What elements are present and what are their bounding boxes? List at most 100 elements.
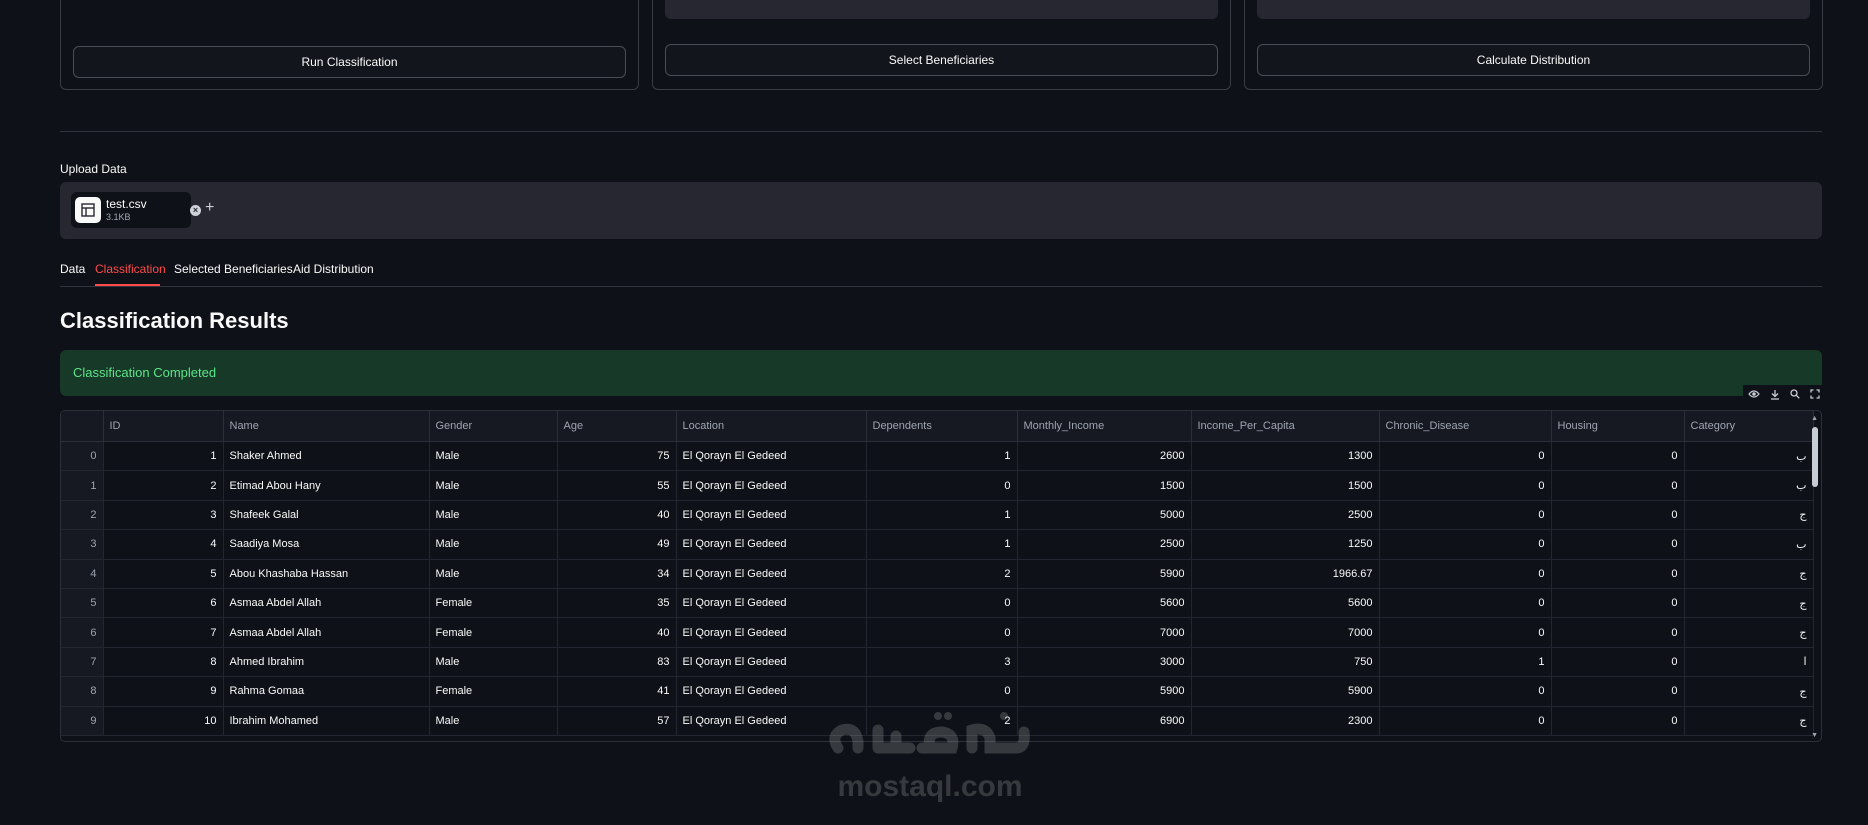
table-cell[interactable]: 0 (1551, 559, 1685, 589)
calculate-distribution-button[interactable]: Calculate Distribution (1257, 44, 1810, 76)
column-header-category[interactable]: Category (1684, 411, 1814, 442)
table-cell[interactable]: ج (1684, 559, 1814, 589)
row-index[interactable]: 3 (61, 529, 104, 560)
table-row[interactable]: 7 8 Ahmed Ibrahim Male 83 El Qorayn El Gedeed… (61, 647, 1814, 678)
table-cell[interactable]: ج (1684, 588, 1814, 619)
table-row[interactable]: 0 1 Shaker Ahmed Male 75 El Qorayn El Gedeed 1… (61, 441, 1814, 472)
classification-table[interactable]: ID Name Gender Age Location Dependents Monthly… (60, 410, 1822, 742)
table-cell[interactable]: 0 (1551, 588, 1685, 619)
table-cell[interactable]: 5 (103, 559, 224, 589)
table-cell[interactable]: 0 (1551, 617, 1685, 648)
table-cell[interactable]: Female (429, 588, 558, 619)
table-cell[interactable]: 9 (103, 676, 224, 707)
eye-icon[interactable] (1748, 389, 1760, 399)
table-cell[interactable]: El Qorayn El Gedeed (676, 647, 867, 678)
beneficiaries-input[interactable] (665, 0, 1218, 19)
table-cell[interactable]: 0 (1379, 559, 1552, 589)
table-cell[interactable]: 5900 (1191, 676, 1380, 707)
table-cell[interactable]: Male (429, 529, 558, 560)
table-cell[interactable]: Female (429, 617, 558, 648)
row-index[interactable]: 9 (61, 706, 104, 736)
vertical-scrollbar[interactable]: ▲ ▼ (1809, 411, 1821, 741)
table-cell[interactable]: Female (429, 676, 558, 707)
table-cell[interactable]: 8 (103, 647, 224, 678)
row-index[interactable]: 1 (61, 470, 104, 501)
table-cell[interactable]: 5600 (1191, 588, 1380, 619)
table-cell[interactable]: 3000 (1017, 647, 1192, 678)
table-cell[interactable]: 0 (1379, 500, 1552, 531)
column-header-dependents[interactable]: Dependents (866, 411, 1018, 442)
table-cell[interactable]: Male (429, 500, 558, 531)
table-cell[interactable]: 49 (557, 529, 677, 560)
table-cell[interactable]: 40 (557, 617, 677, 648)
table-cell[interactable]: 0 (1379, 588, 1552, 619)
table-cell[interactable]: 0 (1551, 706, 1685, 736)
table-cell[interactable]: 0 (1379, 529, 1552, 560)
table-cell[interactable]: El Qorayn El Gedeed (676, 529, 867, 560)
table-row[interactable]: 4 5 Abou Khashaba Hassan Male 34 El Qorayn El… (61, 559, 1814, 589)
table-row[interactable]: 3 4 Saadiya Mosa Male 49 El Qorayn El Gedeed 1… (61, 529, 1814, 560)
download-icon[interactable] (1770, 389, 1780, 400)
table-cell[interactable]: 41 (557, 676, 677, 707)
table-cell[interactable]: El Qorayn El Gedeed (676, 500, 867, 531)
table-cell[interactable]: 1 (1379, 647, 1552, 678)
table-cell[interactable]: 57 (557, 706, 677, 736)
table-cell[interactable]: 0 (1379, 470, 1552, 501)
scroll-thumb[interactable] (1812, 427, 1818, 487)
select-beneficiaries-button[interactable]: Select Beneficiaries (665, 44, 1218, 76)
row-index[interactable]: 5 (61, 588, 104, 619)
table-cell[interactable]: Male (429, 441, 558, 472)
table-cell[interactable]: 0 (866, 676, 1018, 707)
row-index[interactable]: 7 (61, 647, 104, 678)
column-header-location[interactable]: Location (676, 411, 867, 442)
table-cell[interactable]: ب (1684, 470, 1814, 501)
table-cell[interactable]: El Qorayn El Gedeed (676, 470, 867, 501)
table-cell[interactable]: 5000 (1017, 500, 1192, 531)
table-cell[interactable]: 0 (1551, 647, 1685, 678)
table-cell[interactable]: Male (429, 706, 558, 736)
table-cell[interactable]: 7000 (1017, 617, 1192, 648)
table-cell[interactable]: 5900 (1017, 676, 1192, 707)
table-cell[interactable]: ج (1684, 676, 1814, 707)
table-cell[interactable]: 1 (103, 441, 224, 472)
table-cell[interactable]: El Qorayn El Gedeed (676, 559, 867, 589)
table-cell[interactable]: 0 (1551, 676, 1685, 707)
table-cell[interactable]: 1 (866, 529, 1018, 560)
column-header-age[interactable]: Age (557, 411, 677, 442)
table-cell[interactable]: ا (1684, 647, 1814, 678)
tab-classification[interactable]: Classification (95, 262, 166, 276)
table-cell[interactable]: Abou Khashaba Hassan (223, 559, 430, 589)
table-cell[interactable]: 6900 (1017, 706, 1192, 736)
scroll-up-icon[interactable]: ▲ (1811, 415, 1818, 422)
table-cell[interactable]: ب (1684, 441, 1814, 472)
table-cell[interactable]: 55 (557, 470, 677, 501)
table-cell[interactable]: 3 (866, 647, 1018, 678)
table-row[interactable]: 1 2 Etimad Abou Hany Male 55 El Qorayn El Ged… (61, 470, 1814, 501)
table-row[interactable]: 8 9 Rahma Gomaa Female 41 El Qorayn El Gedeed… (61, 676, 1814, 707)
table-cell[interactable]: 0 (1551, 500, 1685, 531)
table-cell[interactable]: 1 (866, 500, 1018, 531)
table-cell[interactable]: 0 (1551, 441, 1685, 472)
table-cell[interactable]: 0 (1379, 706, 1552, 736)
table-cell[interactable]: 0 (866, 470, 1018, 501)
row-index[interactable]: 6 (61, 617, 104, 648)
table-cell[interactable]: 0 (1551, 470, 1685, 501)
table-cell[interactable]: 0 (1379, 617, 1552, 648)
column-header-gender[interactable]: Gender (429, 411, 558, 442)
table-cell[interactable]: Etimad Abou Hany (223, 470, 430, 501)
table-cell[interactable]: ج (1684, 706, 1814, 736)
tab-selected-beneficiaries[interactable]: Selected Beneficiaries (174, 262, 293, 276)
table-cell[interactable]: 2600 (1017, 441, 1192, 472)
table-cell[interactable]: 7 (103, 617, 224, 648)
table-cell[interactable]: Saadiya Mosa (223, 529, 430, 560)
table-cell[interactable]: 1500 (1017, 470, 1192, 501)
row-index[interactable]: 0 (61, 441, 104, 472)
tab-data[interactable]: Data (60, 262, 85, 276)
table-cell[interactable]: 0 (1379, 441, 1552, 472)
table-cell[interactable]: 3 (103, 500, 224, 531)
table-cell[interactable]: Shaker Ahmed (223, 441, 430, 472)
table-cell[interactable]: 83 (557, 647, 677, 678)
table-cell[interactable]: 0 (1551, 529, 1685, 560)
table-cell[interactable]: 2 (103, 470, 224, 501)
table-cell[interactable]: 1966.67 (1191, 559, 1380, 589)
